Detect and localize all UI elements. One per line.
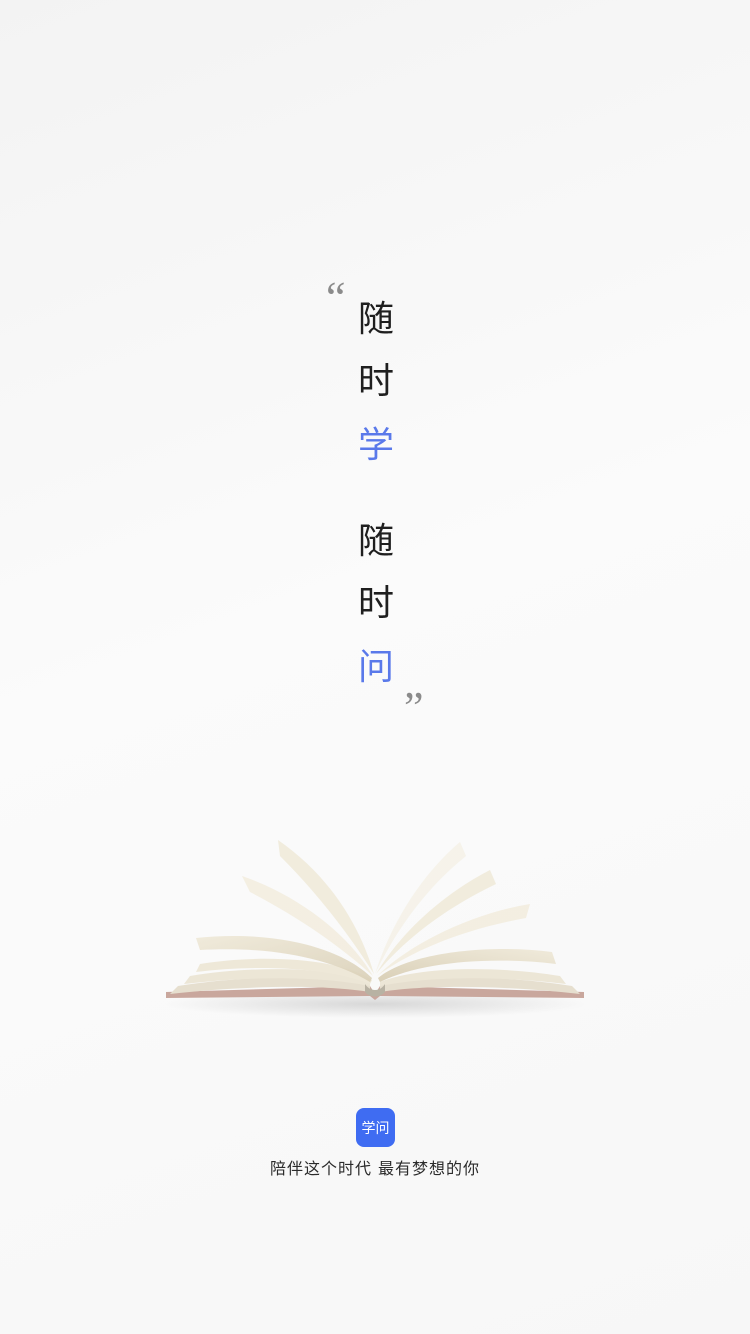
open-quote-mark: “ — [326, 273, 346, 322]
vertical-char-4: 随 — [357, 521, 394, 562]
app-logo-badge: 学问 — [356, 1108, 395, 1147]
open-book-icon — [165, 840, 585, 1018]
app-logo-label: 学问 — [361, 1120, 390, 1137]
vertical-char-3: 学 — [357, 425, 394, 466]
vertical-char-2: 时 — [357, 361, 394, 402]
tagline: 陪伴这个时代 最有梦想的你 — [269, 1159, 481, 1178]
close-quote-mark: ” — [404, 683, 424, 732]
vertical-char-5: 时 — [357, 583, 394, 624]
splash-screen: “ 随 时 学 随 时 问 ” 学问 陪伴这个时代 最有梦想的你 — [0, 0, 750, 1334]
vertical-char-6: 问 — [357, 647, 394, 688]
vertical-char-1: 随 — [357, 299, 394, 340]
